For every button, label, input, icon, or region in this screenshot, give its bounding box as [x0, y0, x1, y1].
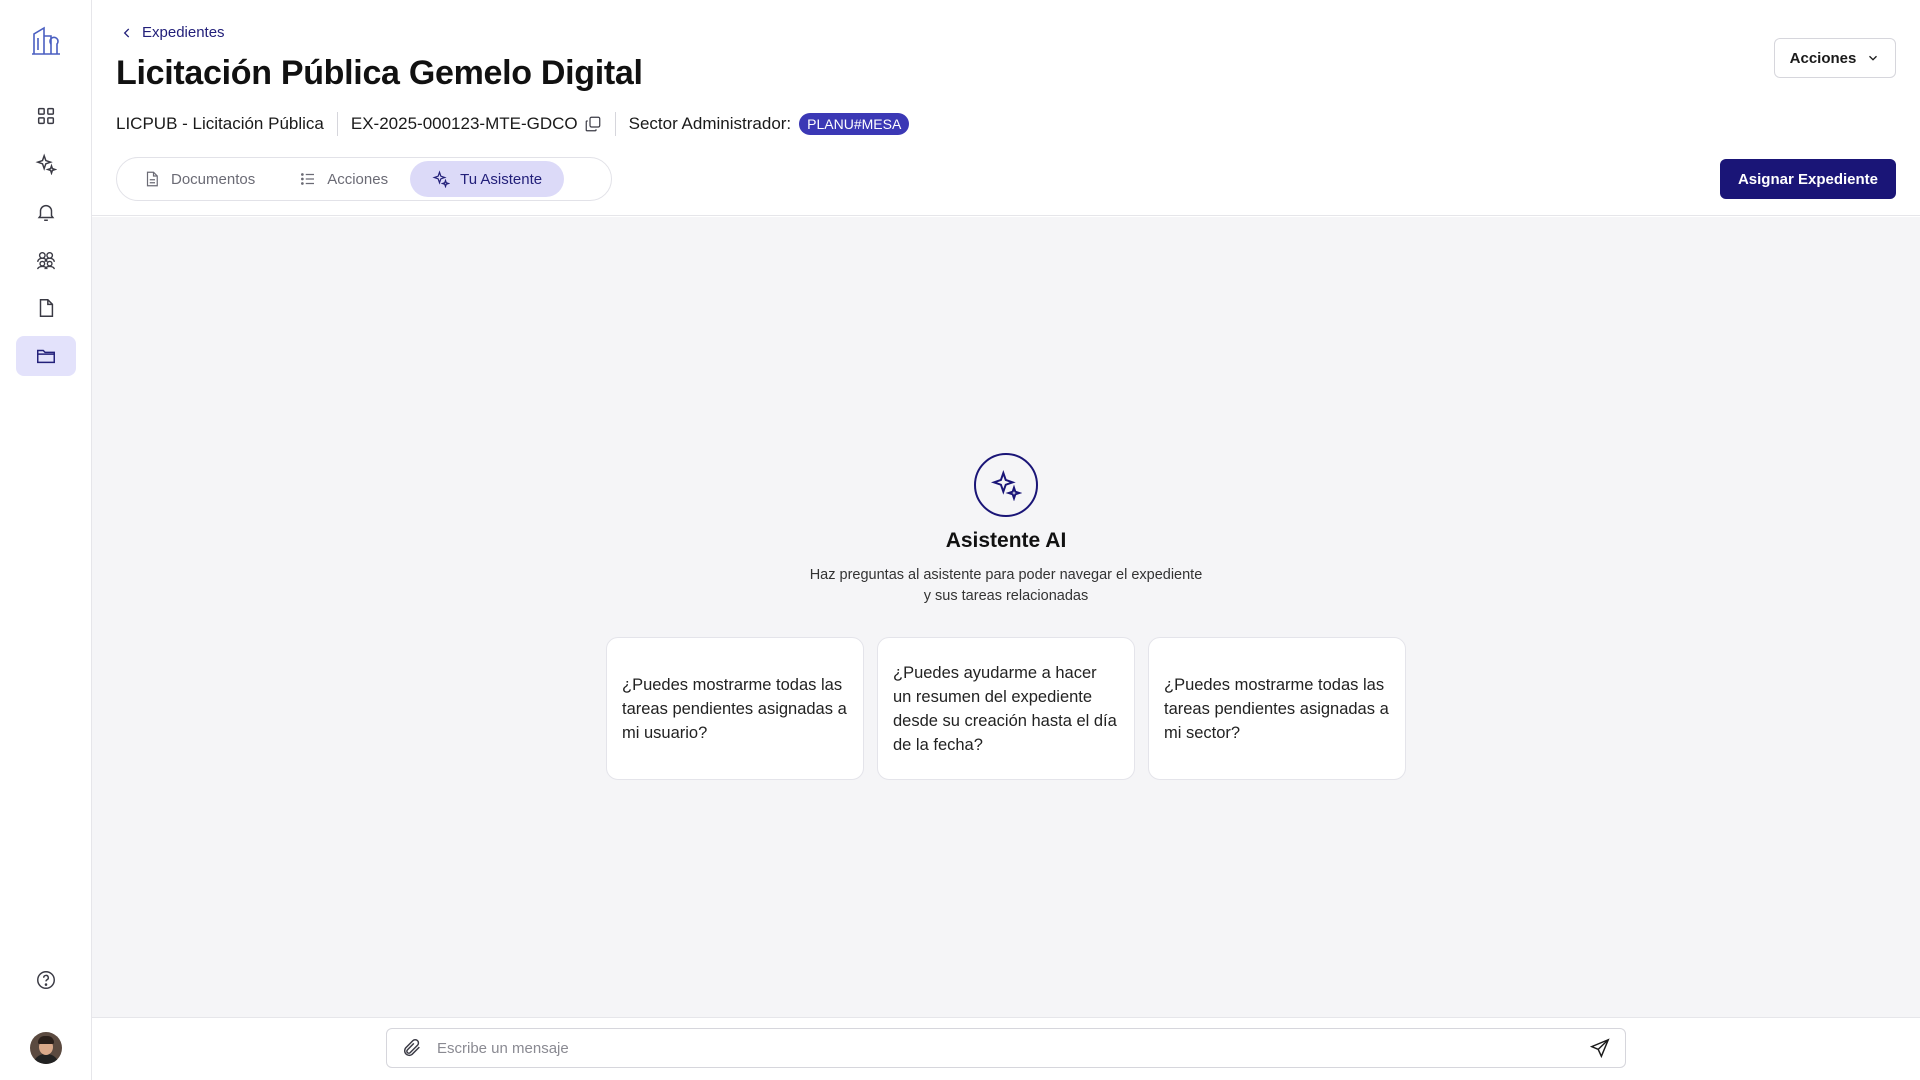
sparkles-icon [432, 170, 451, 188]
folder-icon [37, 349, 55, 364]
assistant-subtitle: Haz preguntas al asistente para poder na… [809, 567, 1203, 604]
chevron-down-icon [1869, 55, 1878, 61]
assistant-avatar [974, 453, 1038, 517]
sparkles-icon [35, 153, 57, 175]
help-button[interactable] [16, 960, 76, 1000]
message-composer-bar [92, 1017, 1920, 1080]
breadcrumb[interactable]: Expedientes [120, 24, 225, 41]
sector-label: Sector Administrador: [628, 114, 792, 133]
paperclip-icon[interactable] [401, 1037, 423, 1059]
file-icon [39, 299, 54, 317]
actions-dropdown-button[interactable]: Acciones [1774, 38, 1896, 78]
sector-badge: PLANU#MESA [799, 113, 910, 135]
sidebar-item-assistant[interactable] [16, 144, 76, 184]
tab-label: Tu Asistente [460, 170, 543, 188]
suggestion-text: ¿Puedes mostrarme todas las tareas pendi… [622, 675, 847, 742]
suggestion-card[interactable]: ¿Puedes mostrarme todas las tareas pendi… [606, 637, 864, 780]
divider [614, 112, 616, 136]
sidebar-item-teams[interactable] [16, 240, 76, 280]
suggestion-list: ¿Puedes mostrarme todas las tareas pendi… [606, 637, 1406, 780]
users-icon [37, 251, 55, 270]
suggestion-card[interactable]: ¿Puedes mostrarme todas las tareas pendi… [1148, 637, 1406, 780]
send-icon[interactable] [1589, 1037, 1611, 1059]
breadcrumb-label: Expedientes [142, 24, 225, 41]
sidebar-item-notifications[interactable] [16, 192, 76, 232]
chevron-left-icon [123, 27, 130, 38]
message-input[interactable] [437, 1039, 1589, 1057]
tab-label: Acciones [327, 170, 389, 188]
document-icon [146, 171, 158, 187]
message-composer [386, 1028, 1626, 1068]
expediente-code: EX-2025-000123-MTE-GDCO [350, 114, 578, 133]
tab-documentos[interactable]: Documentos [121, 161, 277, 197]
assistant-panel: Asistente AI Haz preguntas al asistente … [92, 217, 1920, 1017]
tab-acciones[interactable]: Acciones [277, 161, 410, 197]
copy-icon[interactable] [584, 115, 602, 133]
sidebar-item-expedientes[interactable] [16, 336, 76, 376]
page-title: Licitación Pública Gemelo Digital [116, 54, 643, 92]
assistant-title: Asistente AI [945, 529, 1067, 552]
suggestion-text: ¿Puedes mostrarme todas las tareas pendi… [1164, 675, 1389, 742]
help-icon [37, 971, 55, 989]
avatar[interactable] [30, 1032, 62, 1064]
sidebar [0, 0, 92, 1080]
actions-label: Acciones [1789, 49, 1857, 67]
tab-bar: Documentos Acciones Tu Asistente [116, 157, 612, 201]
list-icon [301, 173, 315, 185]
sparkles-icon [990, 469, 1022, 501]
sidebar-item-documents[interactable] [16, 288, 76, 328]
suggestion-text: ¿Puedes ayudarme a hacer un resumen del … [893, 663, 1117, 754]
assign-expediente-button[interactable]: Asignar Expediente [1720, 159, 1896, 199]
divider [336, 112, 338, 136]
expediente-meta: LICPUB - Licitación Pública EX-2025-0001… [116, 112, 910, 136]
tab-label: Documentos [171, 170, 256, 188]
grid-icon [37, 107, 55, 125]
sidebar-item-dashboard[interactable] [16, 96, 76, 136]
building-logo-icon[interactable] [31, 24, 61, 56]
suggestion-card[interactable]: ¿Puedes ayudarme a hacer un resumen del … [877, 637, 1135, 780]
page-header: Expedientes Licitación Pública Gemelo Di… [92, 0, 1920, 216]
expediente-type: LICPUB - Licitación Pública [116, 114, 324, 133]
bell-icon [37, 204, 55, 221]
tab-tu-asistente[interactable]: Tu Asistente [410, 161, 565, 197]
